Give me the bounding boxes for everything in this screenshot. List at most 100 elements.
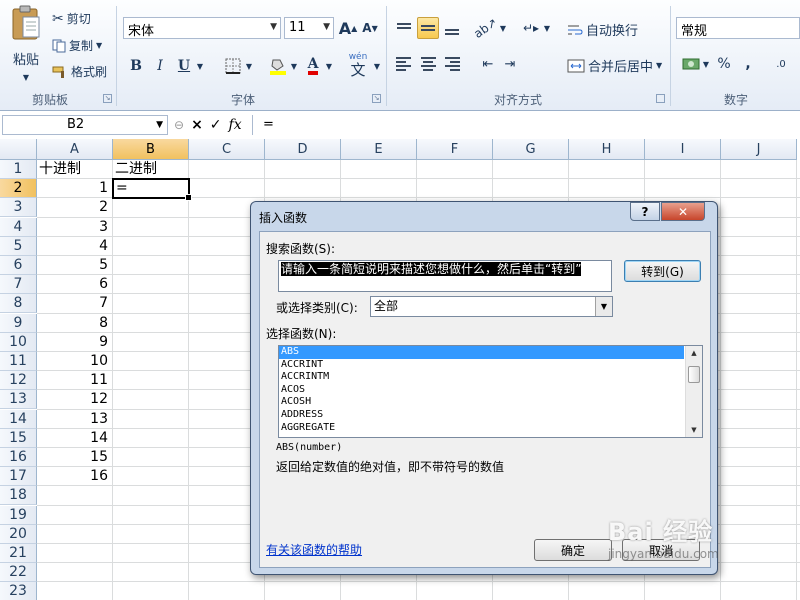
cell-a5[interactable]: 4 bbox=[39, 237, 111, 256]
function-list-item[interactable]: ABS bbox=[279, 346, 684, 359]
wrap-text-button[interactable]: 自动换行 bbox=[567, 20, 638, 39]
function-list-item[interactable]: ACCRINTM bbox=[279, 371, 684, 384]
clipboard-dialog-launcher[interactable]: ↘ bbox=[103, 94, 112, 103]
dialog-help-button[interactable]: ? bbox=[630, 202, 660, 221]
fill-color-dropdown[interactable]: ▼ bbox=[288, 55, 300, 77]
go-button[interactable]: 转到(G) bbox=[624, 260, 701, 282]
underline-dropdown[interactable]: ▼ bbox=[194, 55, 206, 77]
cell-a17[interactable]: 16 bbox=[39, 467, 111, 486]
align-top-button[interactable] bbox=[393, 17, 415, 39]
row-header-5[interactable]: 5 bbox=[0, 236, 37, 256]
number-format-combo[interactable]: 常规 bbox=[676, 17, 800, 39]
function-list-item[interactable]: ACOS bbox=[279, 384, 684, 397]
dialog-close-button[interactable]: ✕ bbox=[661, 202, 705, 221]
cell-a2[interactable]: 1 bbox=[39, 179, 111, 198]
select-all-corner[interactable] bbox=[0, 139, 37, 160]
cell-a4[interactable]: 3 bbox=[39, 218, 111, 237]
text-direction-button[interactable]: ↵▸ bbox=[520, 17, 542, 39]
decrease-indent-button[interactable]: ⇤ bbox=[477, 53, 499, 75]
row-header-21[interactable]: 21 bbox=[0, 544, 37, 563]
italic-button[interactable]: I bbox=[149, 55, 171, 77]
column-header-f[interactable]: F bbox=[417, 139, 493, 160]
cell-a6[interactable]: 5 bbox=[39, 256, 111, 275]
row-header-10[interactable]: 10 bbox=[0, 332, 37, 352]
cell-a3[interactable]: 2 bbox=[39, 198, 111, 217]
phonetic-dropdown[interactable]: ▼ bbox=[371, 55, 383, 77]
scroll-down-icon[interactable]: ▼ bbox=[686, 423, 702, 437]
text-direction-dropdown[interactable]: ▼ bbox=[541, 17, 553, 39]
alignment-dialog-launcher[interactable] bbox=[656, 94, 665, 103]
cancel-entry-button[interactable]: × bbox=[191, 117, 203, 133]
fill-color-button[interactable] bbox=[267, 55, 289, 77]
column-header-d[interactable]: D bbox=[265, 139, 341, 160]
formula-input[interactable]: = bbox=[252, 115, 800, 135]
cell-a7[interactable]: 6 bbox=[39, 275, 111, 294]
borders-dropdown[interactable]: ▼ bbox=[243, 55, 255, 77]
row-header-15[interactable]: 15 bbox=[0, 428, 37, 448]
ok-button[interactable]: 确定 bbox=[534, 539, 612, 561]
row-header-9[interactable]: 9 bbox=[0, 313, 37, 333]
column-header-g[interactable]: G bbox=[493, 139, 569, 160]
increase-indent-button[interactable]: ⇥ bbox=[499, 53, 521, 75]
function-list-scrollbar[interactable]: ▲ ▼ bbox=[685, 346, 702, 437]
phonetic-guide-button[interactable]: wén 文 bbox=[345, 51, 371, 79]
row-header-16[interactable]: 16 bbox=[0, 448, 37, 467]
column-header-e[interactable]: E bbox=[341, 139, 417, 160]
row-header-13[interactable]: 13 bbox=[0, 390, 37, 410]
row-header-11[interactable]: 11 bbox=[0, 352, 37, 371]
function-list-item[interactable]: ACOSH bbox=[279, 396, 684, 409]
cut-button[interactable]: ✂ 剪切 bbox=[52, 10, 91, 27]
scroll-up-icon[interactable]: ▲ bbox=[686, 346, 702, 360]
paste-dropdown-arrow[interactable]: ▼ bbox=[23, 73, 29, 82]
function-help-link[interactable]: 有关该函数的帮助 bbox=[266, 541, 362, 558]
row-header-2[interactable]: 2 bbox=[0, 179, 37, 199]
cell-a14[interactable]: 13 bbox=[39, 410, 111, 429]
borders-button[interactable] bbox=[222, 55, 244, 77]
column-header-h[interactable]: H bbox=[569, 139, 645, 160]
font-color-button[interactable]: A bbox=[302, 55, 324, 77]
merge-center-dropdown[interactable]: ▼ bbox=[656, 61, 662, 70]
cell-a9[interactable]: 8 bbox=[39, 314, 111, 333]
orientation-button[interactable]: ab↗ bbox=[472, 15, 501, 41]
shrink-font-button[interactable]: A ▼ bbox=[359, 17, 381, 39]
cell-a11[interactable]: 10 bbox=[39, 352, 111, 371]
row-header-14[interactable]: 14 bbox=[0, 409, 37, 429]
accounting-dropdown[interactable]: ▼ bbox=[700, 53, 712, 75]
enter-entry-button[interactable]: ✓ bbox=[210, 117, 222, 133]
align-middle-button[interactable] bbox=[417, 17, 439, 39]
row-header-4[interactable]: 4 bbox=[0, 217, 37, 237]
align-center-button[interactable] bbox=[417, 53, 439, 75]
column-header-a[interactable]: A bbox=[37, 139, 113, 160]
copy-dropdown-arrow[interactable]: ▼ bbox=[96, 41, 102, 50]
underline-button[interactable]: U bbox=[173, 55, 195, 77]
align-left-button[interactable] bbox=[393, 53, 415, 75]
font-name-combo[interactable]: 宋体 ▼ bbox=[123, 17, 281, 39]
font-color-dropdown[interactable]: ▼ bbox=[323, 55, 335, 77]
format-painter-button[interactable]: 格式刷 bbox=[52, 63, 107, 80]
row-header-20[interactable]: 20 bbox=[0, 524, 37, 544]
function-list-item[interactable]: ADDRESS bbox=[279, 409, 684, 422]
increase-decimal-button[interactable]: .0 bbox=[770, 53, 792, 75]
orientation-dropdown[interactable]: ▼ bbox=[497, 17, 509, 39]
row-header-6[interactable]: 6 bbox=[0, 256, 37, 275]
insert-function-button[interactable]: fx bbox=[229, 117, 242, 133]
font-dialog-launcher[interactable]: ↘ bbox=[372, 94, 381, 103]
paste-button[interactable]: 粘贴 ▼ bbox=[6, 4, 46, 84]
row-header-17[interactable]: 17 bbox=[0, 467, 37, 487]
row-header-18[interactable]: 18 bbox=[0, 486, 37, 506]
function-list[interactable]: ABS ACCRINT ACCRINTM ACOS ACOSH ADDRESS AGGREG… bbox=[278, 345, 703, 438]
row-header-12[interactable]: 12 bbox=[0, 371, 37, 391]
grow-font-button[interactable]: A ▲ bbox=[337, 17, 359, 39]
search-function-input[interactable]: 请输入一条简短说明来描述您想做什么，然后单击“转到” bbox=[278, 260, 612, 292]
column-header-j[interactable]: J bbox=[721, 139, 797, 160]
cell-a1[interactable]: 十进制 bbox=[39, 160, 111, 179]
percent-button[interactable]: % bbox=[713, 53, 735, 75]
column-header-c[interactable]: C bbox=[189, 139, 265, 160]
accounting-format-button[interactable] bbox=[680, 53, 702, 75]
function-list-item[interactable]: AGGREGATE bbox=[279, 422, 684, 435]
cell-a12[interactable]: 11 bbox=[39, 371, 111, 390]
align-right-button[interactable] bbox=[441, 53, 463, 75]
cell-a16[interactable]: 15 bbox=[39, 448, 111, 467]
cell-a13[interactable]: 12 bbox=[39, 390, 111, 409]
copy-button[interactable]: 复制 ▼ bbox=[52, 37, 102, 54]
